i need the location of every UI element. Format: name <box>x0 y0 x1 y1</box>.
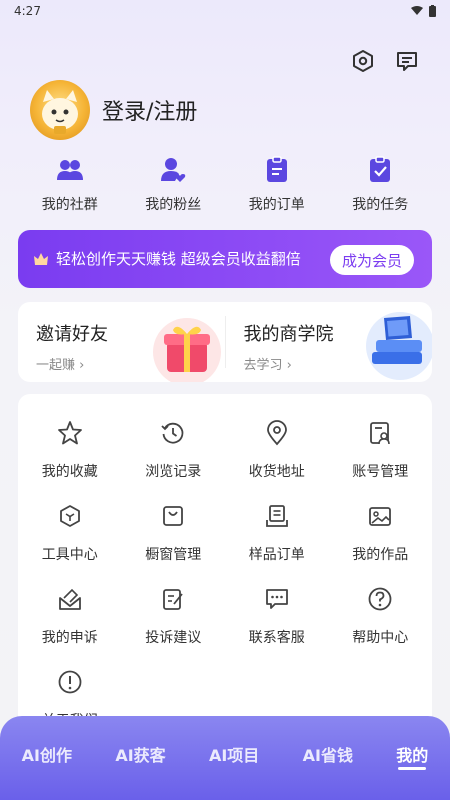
business-school-card[interactable]: 我的商学院 去学习 › <box>226 302 432 382</box>
gift-box-icon <box>152 318 221 382</box>
grid-item-help[interactable]: 帮助中心 <box>329 586 433 647</box>
help-circle-icon <box>368 587 392 611</box>
chevron-right-icon: › <box>282 358 292 373</box>
orders-icon <box>266 156 287 182</box>
tab-ai-acquire[interactable]: AI获客 <box>115 742 165 766</box>
services-card: 我的收藏 浏览记录 收货地址 账号管理 工具中心 橱窗管理 样品订单 我的作品 … <box>18 394 432 754</box>
status-time: 4:27 <box>14 4 41 18</box>
grid-item-feedback[interactable]: 投诉建议 <box>122 586 226 647</box>
grid-label: 我的申诉 <box>41 630 98 646</box>
grid-item-address[interactable]: 收货地址 <box>225 420 329 481</box>
grid-item-tools[interactable]: 工具中心 <box>18 503 122 564</box>
grid-label: 联系客服 <box>248 630 305 646</box>
community-icon <box>56 160 83 180</box>
vip-text: 轻松创作天天赚钱 超级会员收益翻倍 <box>56 250 301 268</box>
edit-document-icon <box>163 589 183 610</box>
grid-label: 收货地址 <box>248 464 305 480</box>
crown-icon <box>34 253 48 265</box>
grid-item-favorites[interactable]: 我的收藏 <box>18 420 122 481</box>
chat-bubble-icon <box>265 589 288 609</box>
school-sub: 去学习 <box>243 358 283 373</box>
chevron-right-icon: › <box>75 358 85 373</box>
grid-label: 浏览记录 <box>145 464 202 480</box>
grid-label: 投诉建议 <box>145 630 202 646</box>
grid-label: 帮助中心 <box>352 630 409 646</box>
shopping-bag-icon <box>163 506 184 526</box>
fans-icon <box>161 158 186 182</box>
grid-item-customer-service[interactable]: 联系客服 <box>225 586 329 647</box>
info-circle-icon <box>58 670 82 694</box>
grid-label: 工具中心 <box>41 547 98 563</box>
login-register-link[interactable]: 登录/注册 <box>102 94 197 126</box>
avatar[interactable] <box>30 80 90 140</box>
grid-item-appeal[interactable]: 我的申诉 <box>18 586 122 647</box>
quick-label: 我的任务 <box>352 197 409 213</box>
grid-item-my-works[interactable]: 我的作品 <box>329 503 433 564</box>
document-stack-icon <box>265 505 288 527</box>
bottom-tab-bar: AI创作 AI获客 AI项目 AI省钱 我的 <box>0 716 450 800</box>
quick-label: 我的订单 <box>248 197 305 213</box>
tab-ai-create[interactable]: AI创作 <box>22 742 72 766</box>
quick-item-orders[interactable]: 我的订单 <box>232 156 322 214</box>
grid-label: 我的作品 <box>352 547 409 563</box>
grid-label: 我的收藏 <box>41 464 98 480</box>
history-icon <box>161 422 184 444</box>
vip-banner[interactable]: 轻松创作天天赚钱 超级会员收益翻倍 成为会员 <box>18 230 432 288</box>
quick-item-fans[interactable]: 我的粉丝 <box>128 156 218 214</box>
mail-flag-icon <box>58 588 81 610</box>
account-card-icon <box>370 422 391 445</box>
cube-icon <box>59 505 80 527</box>
quick-item-tasks[interactable]: 我的任务 <box>335 156 425 214</box>
grid-item-history[interactable]: 浏览记录 <box>122 420 226 481</box>
settings-icon[interactable] <box>350 48 376 74</box>
quick-item-community[interactable]: 我的社群 <box>25 156 115 214</box>
books-icon <box>366 312 432 380</box>
location-pin-icon <box>266 420 287 446</box>
wifi-icon <box>411 6 423 15</box>
image-folder-icon <box>369 507 392 526</box>
message-icon[interactable] <box>394 48 420 74</box>
grid-item-account[interactable]: 账号管理 <box>329 420 433 481</box>
grid-label: 样品订单 <box>248 547 305 563</box>
quick-label: 我的粉丝 <box>145 197 202 213</box>
grid-label: 橱窗管理 <box>145 547 202 563</box>
invite-sub: 一起赚 <box>36 358 76 373</box>
star-icon <box>57 421 82 445</box>
quick-label: 我的社群 <box>41 197 98 213</box>
grid-label: 账号管理 <box>352 464 409 480</box>
tab-ai-save[interactable]: AI省钱 <box>303 742 353 766</box>
invite-friends-card[interactable]: 邀请好友 一起赚 › <box>18 302 225 382</box>
grid-item-sample-orders[interactable]: 样品订单 <box>225 503 329 564</box>
become-member-button[interactable]: 成为会员 <box>329 245 414 275</box>
tab-ai-projects[interactable]: AI项目 <box>209 742 259 766</box>
battery-icon <box>429 5 436 17</box>
status-bar: 4:27 <box>0 0 450 22</box>
promo-card: 邀请好友 一起赚 › 我的商学院 去学习 › <box>18 302 432 382</box>
tasks-icon <box>370 156 391 182</box>
tab-mine[interactable]: 我的 <box>396 742 428 770</box>
grid-item-showcase[interactable]: 橱窗管理 <box>122 503 226 564</box>
